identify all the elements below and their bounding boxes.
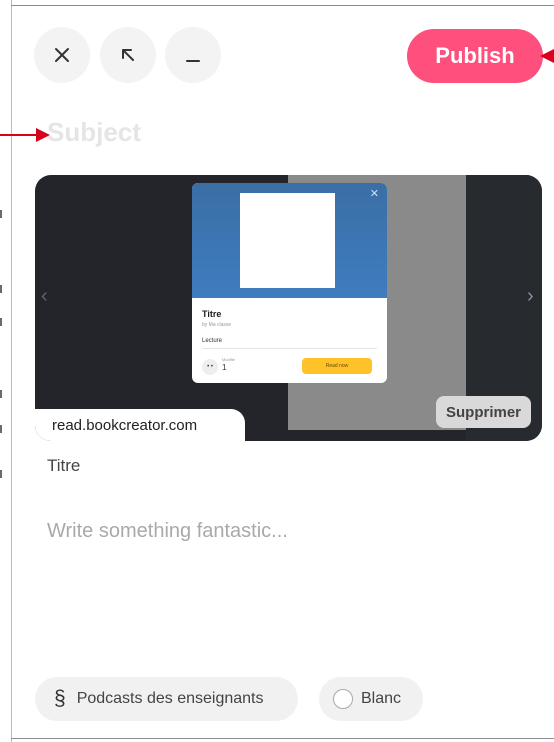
preview-domain-label: read.bookcreator.com — [35, 409, 245, 441]
edge-mark — [0, 318, 2, 326]
color-swatch-icon — [333, 689, 353, 709]
close-button[interactable] — [34, 27, 90, 83]
minimize-button[interactable] — [165, 27, 221, 83]
edge-mark — [0, 390, 2, 398]
category-selector[interactable]: § Podcasts des enseignants — [35, 677, 298, 721]
thumbnail-divider — [202, 348, 377, 349]
thumbnail-meta-label: Modifié — [222, 357, 235, 362]
annotation-arrowhead — [36, 128, 50, 142]
thumbnail-section-label: Lecture — [202, 338, 223, 344]
thumbnail-meta-value: 1 — [222, 363, 227, 372]
more-icon: • • — [202, 359, 218, 375]
section-sign-icon: § — [54, 687, 66, 710]
color-label: Blanc — [361, 690, 402, 707]
close-icon: ✕ — [369, 188, 379, 200]
expand-button[interactable] — [100, 27, 156, 83]
publish-button[interactable]: Publish — [407, 29, 543, 83]
edge-mark — [0, 285, 2, 293]
window-border-left — [11, 0, 12, 742]
color-selector[interactable]: Blanc — [319, 677, 423, 721]
thumbnail-read-button: Read now — [302, 358, 372, 374]
thumbnail-book-author: by Ma classe — [202, 322, 232, 328]
subject-input[interactable]: Subject — [47, 117, 141, 148]
arrow-up-left-icon — [122, 49, 134, 61]
book-cover — [240, 193, 335, 288]
close-icon — [55, 48, 69, 62]
minimize-icon — [186, 60, 200, 62]
window-border-top — [11, 5, 554, 6]
link-title-input[interactable]: Titre — [47, 456, 80, 476]
body-input[interactable]: Write something fantastic... — [47, 520, 288, 543]
preview-thumbnail: ✕ Titre by Ma classe Lecture • • Modifié… — [192, 183, 387, 383]
chevron-left-icon: ‹ — [41, 285, 48, 307]
remove-preview-button[interactable]: Supprimer — [436, 396, 531, 428]
edge-mark — [0, 470, 2, 478]
edge-mark — [0, 425, 2, 433]
edge-mark — [0, 210, 2, 218]
annotation-arrowhead — [540, 49, 554, 63]
thumbnail-header: ✕ — [192, 183, 387, 298]
thumbnail-book-title: Titre — [202, 309, 222, 319]
window-border-bottom — [11, 738, 554, 739]
category-label: Podcasts des enseignants — [76, 690, 264, 707]
link-preview-card[interactable]: ‹ › ✕ Titre by Ma classe Lecture • • Mod… — [35, 175, 542, 441]
chevron-right-icon: › — [527, 285, 534, 307]
annotation-arrow-subject — [0, 134, 36, 136]
